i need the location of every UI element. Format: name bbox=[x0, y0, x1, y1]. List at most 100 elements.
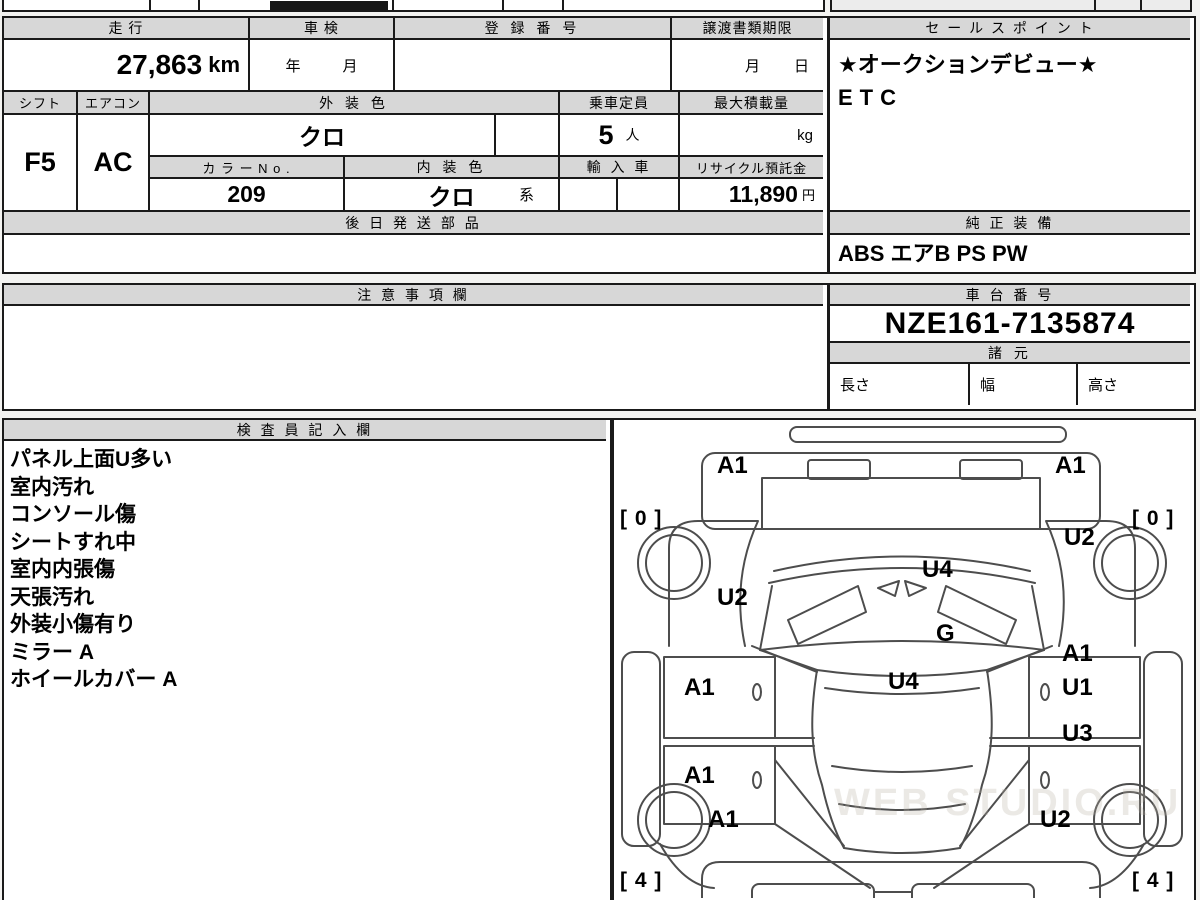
spec-height-label: 高さ bbox=[1088, 377, 1119, 394]
specs-header: 諸 元 bbox=[830, 343, 1190, 364]
payload-header-label: 最大積載量 bbox=[714, 94, 789, 111]
inspector-item: 天張汚れ bbox=[10, 585, 94, 609]
inspector-list: パネル上面U多い 室内汚れ コンソール傷 シートすれ中 室内内張傷 天張汚れ 外… bbox=[10, 446, 177, 694]
chassis-header-label: 車 台 番 号 bbox=[965, 286, 1055, 303]
recycle-unit: 円 bbox=[801, 188, 815, 203]
mileage-header-label: 走 行 bbox=[108, 20, 144, 36]
notes-body bbox=[4, 306, 823, 405]
import-value-cell-2 bbox=[618, 179, 680, 212]
damage-code-rear-door-right: U3 bbox=[1062, 720, 1093, 747]
oem-equipment-value: ABS エアB PS PW bbox=[838, 240, 1028, 266]
transfer-day-label: 日 bbox=[793, 57, 809, 75]
damage-diagram-box: WEB STUDIO.RU A1 A1 [ 0 ] [ 0 ] U2 U4 U2… bbox=[612, 418, 1196, 900]
import-header: 輸 入 車 bbox=[560, 157, 680, 179]
spec-width-label: 幅 bbox=[980, 377, 996, 394]
sales-point-header: セ ー ル ス ポ イ ン ト bbox=[830, 18, 1190, 40]
transfer-docs-value-cell: 月 日 bbox=[672, 40, 823, 92]
recycle-value-cell: 11,890 円 bbox=[680, 179, 823, 212]
sales-point-panel: セ ー ル ス ポ イ ン ト ★オークションデビュー★ ETC 純 正 装 備… bbox=[828, 16, 1196, 274]
exterior-color-header-label: 外 装 色 bbox=[319, 94, 389, 111]
chassis-panel: 車 台 番 号 NZE161-7135874 諸 元 長さ 幅 高さ bbox=[828, 283, 1196, 411]
later-parts-value-cell bbox=[4, 235, 823, 268]
exterior-color-value: クロ bbox=[299, 124, 345, 150]
spec-height-cell: 高さ bbox=[1078, 364, 1190, 405]
auction-sheet: 走 行 車 検 登 録 番 号 譲渡書類期限 27,863 km 年 月 月 日… bbox=[0, 0, 1200, 900]
cutoff-text-smudge bbox=[270, 1, 388, 10]
inspector-item: ホイールカバー A bbox=[10, 668, 178, 691]
inspector-item: 外装小傷有り bbox=[10, 613, 136, 636]
shaken-value-cell: 年 月 bbox=[250, 40, 395, 92]
shift-value-cell: F5 bbox=[4, 115, 78, 212]
spec-length-cell: 長さ bbox=[830, 364, 970, 405]
sales-point-line: ★オークションデビュー★ bbox=[838, 52, 1098, 77]
shaken-header: 車 検 bbox=[250, 18, 395, 40]
divider bbox=[1094, 0, 1096, 10]
transfer-docs-header: 譲渡書類期限 bbox=[672, 18, 823, 40]
tread-mark-front-left: [ 0 ] bbox=[620, 507, 663, 530]
shaken-year-label: 年 bbox=[285, 57, 301, 75]
tread-mark-front-right: [ 0 ] bbox=[1132, 507, 1175, 530]
import-value-cell-1 bbox=[560, 179, 618, 212]
payload-unit: kg bbox=[797, 126, 813, 144]
color-no-header: カ ラ ー N o . bbox=[150, 157, 345, 179]
shift-header-label: シフト bbox=[18, 96, 61, 111]
exterior-color-value-cell: クロ bbox=[150, 115, 496, 157]
recycle-header: リサイクル預託金 bbox=[680, 157, 823, 179]
damage-code-hood: U4 bbox=[922, 556, 953, 583]
inspector-item: 室内内張傷 bbox=[10, 558, 115, 581]
aircon-value: AC bbox=[93, 147, 133, 177]
shift-header: シフト bbox=[4, 92, 78, 115]
notes-box: 注 意 事 項 欄 bbox=[2, 283, 829, 411]
recycle-value: 11,890 bbox=[728, 181, 798, 207]
color-no-header-label: カ ラ ー N o . bbox=[202, 160, 291, 176]
divider bbox=[502, 0, 504, 10]
color-no-value: 209 bbox=[227, 181, 266, 207]
top-edge-row-right bbox=[830, 0, 1192, 12]
shift-value: F5 bbox=[24, 147, 56, 177]
inspector-item: ミラー A bbox=[10, 640, 94, 664]
interior-color-value-cell: クロ 系 bbox=[345, 179, 560, 212]
capacity-value-cell: 5 人 bbox=[560, 115, 680, 157]
capacity-header: 乗車定員 bbox=[560, 92, 680, 115]
spec-width-cell: 幅 bbox=[970, 364, 1078, 405]
mileage-value-cell: 27,863 km bbox=[4, 40, 250, 92]
sales-point-body: ★オークションデビュー★ ETC bbox=[830, 40, 1190, 212]
chassis-number-cell: NZE161-7135874 bbox=[830, 306, 1190, 343]
damage-code-front-fender-left: U2 bbox=[717, 584, 748, 611]
interior-color-header: 内 装 色 bbox=[345, 157, 560, 179]
divider bbox=[562, 0, 564, 10]
inspector-header-label: 検 査 員 記 入 欄 bbox=[236, 421, 374, 438]
damage-code-front-bumper-right: A1 bbox=[1055, 452, 1086, 479]
divider bbox=[1140, 0, 1142, 10]
top-edge-row-left bbox=[2, 0, 825, 12]
mileage-unit: km bbox=[208, 52, 240, 77]
transfer-month-label: 月 bbox=[744, 57, 760, 75]
inspector-box: 検 査 員 記 入 欄 パネル上面U多い 室内汚れ コンソール傷 シートすれ中 … bbox=[2, 418, 612, 900]
tread-mark-rear-right: [ 4 ] bbox=[1132, 869, 1175, 892]
damage-code-rear-fender-right: U2 bbox=[1040, 806, 1071, 833]
chassis-number: NZE161-7135874 bbox=[884, 306, 1136, 340]
oem-equipment-header-label: 純 正 装 備 bbox=[965, 214, 1055, 231]
aircon-header-label: エアコン bbox=[84, 96, 141, 111]
watermark: WEB STUDIO.RU bbox=[834, 782, 1182, 824]
later-parts-header-label: 後 日 発 送 部 品 bbox=[345, 214, 482, 231]
inspector-item: コンソール傷 bbox=[10, 503, 136, 526]
notes-header: 注 意 事 項 欄 bbox=[4, 285, 823, 306]
interior-color-header-label: 内 装 色 bbox=[416, 159, 487, 175]
aircon-header: エアコン bbox=[78, 92, 150, 115]
mileage-header: 走 行 bbox=[4, 18, 250, 40]
divider bbox=[149, 0, 151, 10]
transfer-docs-header-label: 譲渡書類期限 bbox=[702, 20, 793, 36]
divider bbox=[392, 0, 394, 10]
shaken-month-label: 月 bbox=[342, 57, 358, 75]
import-header-label: 輸 入 車 bbox=[586, 159, 652, 175]
interior-color-suffix: 系 bbox=[518, 187, 534, 204]
tread-mark-rear-left: [ 4 ] bbox=[620, 869, 663, 892]
shaken-header-label: 車 検 bbox=[304, 20, 339, 36]
inspector-item: シートすれ中 bbox=[10, 530, 136, 554]
registration-header: 登 録 番 号 bbox=[395, 18, 672, 40]
recycle-header-label: リサイクル預託金 bbox=[695, 160, 808, 176]
damage-code-roof: U4 bbox=[888, 668, 919, 695]
divider bbox=[198, 0, 200, 10]
chassis-header: 車 台 番 号 bbox=[830, 285, 1190, 306]
